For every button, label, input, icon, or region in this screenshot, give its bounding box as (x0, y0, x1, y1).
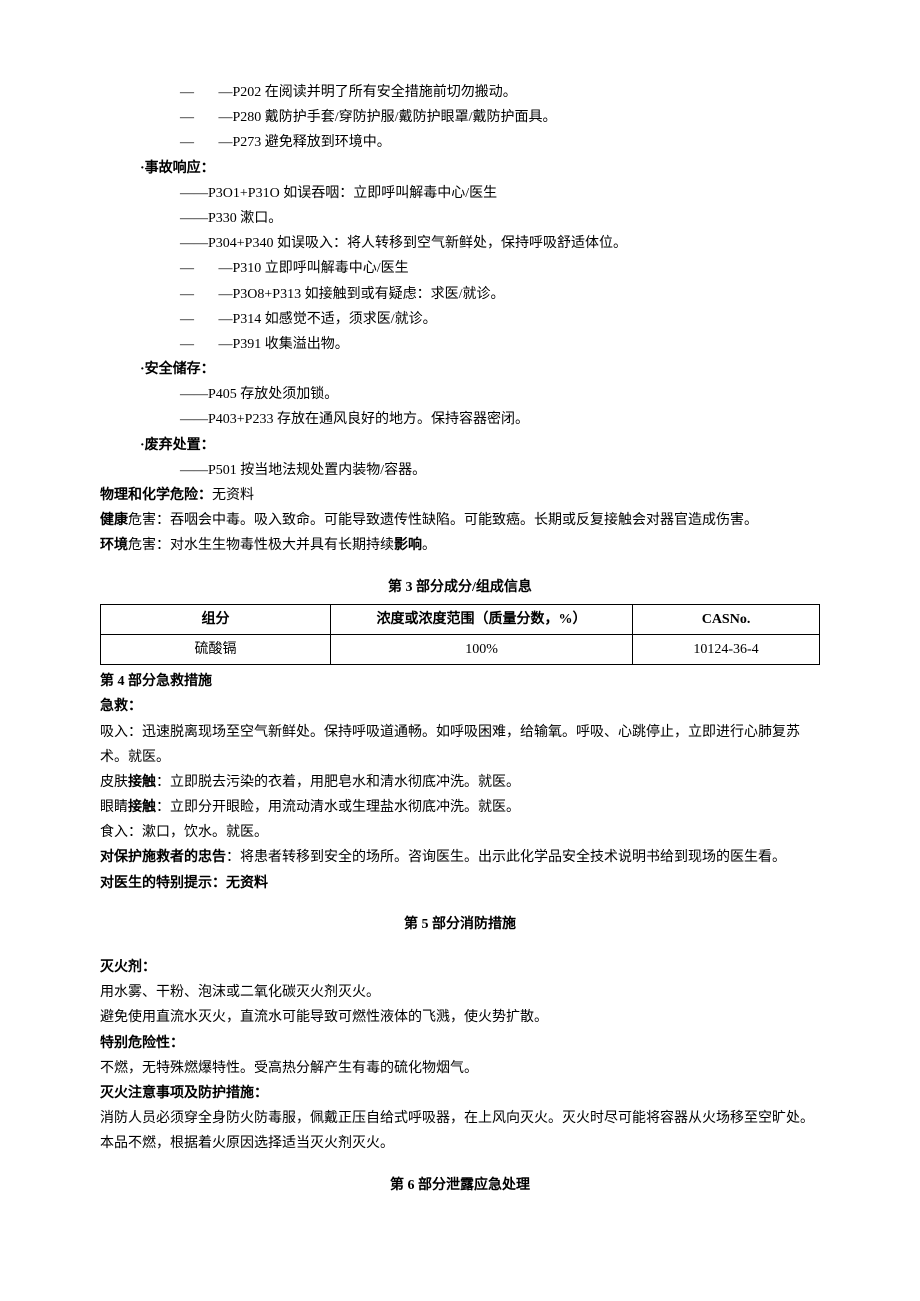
th-component: 组分 (101, 604, 331, 634)
p301p310-line: P3O1+P31O 如误吞咽：立即呼叫解毒中心/医生 (100, 181, 820, 206)
p310-line: P310 立即呼叫解毒中心/医生 (100, 256, 820, 281)
composition-table: 组分 浓度或浓度范围（质量分数，%） CASNo. 硫酸镉 100% 10124… (100, 604, 820, 665)
section4-title: 第 4 部分急救措施 (100, 669, 820, 694)
p403p233-line: P403+P233 存放在通风良好的地方。保持容器密闭。 (100, 407, 820, 432)
fire-agent-text: 用水雾、干粉、泡沫或二氧化碳灭火剂灭火。 (100, 980, 820, 1005)
p273-text: P273 避免释放到环境中。 (233, 135, 391, 150)
p304p340-text: P304+P340 如误吸入：将人转移到空气新鲜处，保持呼吸舒适体位。 (208, 236, 627, 251)
fire-note-text: 消防人员必须穿全身防火防毒服，佩戴正压自给式呼吸器，在上风向灭火。灭火时尽可能将… (100, 1106, 820, 1156)
advice-line: 对保护施救者的忠告：将患者转移到安全的场所。咨询医生。出示此化学品安全技术说明书… (100, 845, 820, 870)
physical-hazard-label: 物理和化学危险： (100, 488, 212, 503)
health-hazard-line: 健康危害：吞咽会中毒。吸入致命。可能导致遗传性缺陷。可能致癌。长期或反复接触会对… (100, 508, 820, 533)
table-header-row: 组分 浓度或浓度范围（质量分数，%） CASNo. (101, 604, 820, 634)
env-hazard-text: 危害：对水生生物毒性极大并具有长期持续 (128, 538, 394, 553)
accident-response-label: ·事故响应： (100, 156, 820, 181)
advice-text: ：将患者转移到安全的场所。咨询医生。出示此化学品安全技术说明书给到现场的医生看。 (226, 850, 786, 865)
p501-text: P501 按当地法规处置内装物/容器。 (208, 463, 426, 478)
p403p233-text: P403+P233 存放在通风良好的地方。保持容器密闭。 (208, 412, 529, 427)
th-casno-text: CASNo. (702, 612, 751, 627)
skin-line: 皮肤接触：立即脱去污染的衣着，用肥皂水和清水彻底冲洗。就医。 (100, 770, 820, 795)
safe-storage-label: ·安全储存： (100, 357, 820, 382)
p280-text: P280 戴防护手套/穿防护服/戴防护眼罩/戴防护面具。 (233, 110, 557, 125)
disposal-label: ·废弃处置： (100, 433, 820, 458)
special-danger-text: 不燃，无特殊燃爆特性。受高热分解产生有毒的硫化物烟气。 (100, 1056, 820, 1081)
p310-text: P310 立即呼叫解毒中心/医生 (233, 261, 409, 276)
th-concentration-text: 浓度或浓度范围（质量分数，%） (377, 612, 587, 627)
p314-line: P314 如感觉不适，须求医/就诊。 (100, 307, 820, 332)
special-danger-label: 特别危险性： (100, 1031, 820, 1056)
p314-text: P314 如感觉不适，须求医/就诊。 (233, 312, 437, 327)
first-aid-label: 急救： (100, 694, 820, 719)
p304p340-line: P304+P340 如误吸入：将人转移到空气新鲜处，保持呼吸舒适体位。 (100, 231, 820, 256)
health-hazard-label: 健康 (100, 513, 128, 528)
doctor-note: 对医生的特别提示：无资料 (100, 871, 820, 896)
env-hazard-bold2: 影响 (394, 538, 422, 553)
fire-agent-label: 灭火剂： (100, 955, 820, 980)
env-hazard-line: 环境危害：对水生生物毒性极大并具有长期持续影响。 (100, 533, 820, 558)
p405-line: P405 存放处须加锁。 (100, 382, 820, 407)
section5-title: 第 5 部分消防措施 (100, 912, 820, 937)
th-casno: CASNo. (633, 604, 820, 634)
td-casno: 10124-36-4 (633, 634, 820, 664)
p391-line: P391 收集溢出物。 (100, 332, 820, 357)
p301p310-text: P3O1+P31O 如误吞咽：立即呼叫解毒中心/医生 (208, 186, 497, 201)
p273-line: P273 避免释放到环境中。 (100, 130, 820, 155)
health-hazard-text: 危害：吞咽会中毒。吸入致命。可能导致遗传性缺陷。可能致癌。长期或反复接触会对器官… (128, 513, 758, 528)
disposal-text: ·废弃处置： (140, 438, 215, 453)
p308p313-line: P3O8+P313 如接触到或有疑虑：求医/就诊。 (100, 282, 820, 307)
physical-hazard-text: 无资料 (212, 488, 254, 503)
env-hazard-label: 环境 (100, 538, 128, 553)
p308p313-text: P3O8+P313 如接触到或有疑虑：求医/就诊。 (233, 287, 505, 302)
advice-label: 对保护施救者的忠告 (100, 850, 226, 865)
th-concentration: 浓度或浓度范围（质量分数，%） (331, 604, 633, 634)
p391-text: P391 收集溢出物。 (233, 337, 349, 352)
fire-note-label: 灭火注意事项及防护措施： (100, 1081, 820, 1106)
p330-text: P330 漱口。 (208, 211, 282, 226)
skin-pre: 皮肤 (100, 775, 128, 790)
section6-title: 第 6 部分泄露应急处理 (100, 1173, 820, 1198)
ingest-line: 食入：漱口，饮水。就医。 (100, 820, 820, 845)
skin-post: ：立即脱去污染的衣着，用肥皂水和清水彻底冲洗。就医。 (156, 775, 520, 790)
table-data-row: 硫酸镉 100% 10124-36-4 (101, 634, 820, 664)
eye-post: ：立即分开眼睑，用流动清水或生理盐水彻底冲洗。就医。 (156, 800, 520, 815)
td-component: 硫酸镉 (101, 634, 331, 664)
physical-hazard-line: 物理和化学危险：无资料 (100, 483, 820, 508)
env-hazard-tail: 。 (422, 538, 436, 553)
accident-response-text: ·事故响应： (140, 161, 215, 176)
avoid-water-text: 避免使用直流水灭火，直流水可能导致可燃性液体的飞溅，使火势扩散。 (100, 1005, 820, 1030)
p405-text: P405 存放处须加锁。 (208, 387, 338, 402)
p330-line: P330 漱口。 (100, 206, 820, 231)
th-component-text: 组分 (202, 612, 230, 627)
p501-line: P501 按当地法规处置内装物/容器。 (100, 458, 820, 483)
td-concentration: 100% (331, 634, 633, 664)
eye-bold: 接触 (128, 800, 156, 815)
eye-line: 眼睛接触：立即分开眼睑，用流动清水或生理盐水彻底冲洗。就医。 (100, 795, 820, 820)
p202-line: P202 在阅读并明了所有安全措施前切勿搬动。 (100, 80, 820, 105)
eye-pre: 眼睛 (100, 800, 128, 815)
safe-storage-text: ·安全储存： (140, 362, 215, 377)
inhale-line: 吸入：迅速脱离现场至空气新鲜处。保持呼吸道通畅。如呼吸困难，给输氧。呼吸、心跳停… (100, 720, 820, 770)
skin-bold: 接触 (128, 775, 156, 790)
section3-title: 第 3 部分成分/组成信息 (100, 575, 820, 600)
p202-text: P202 在阅读并明了所有安全措施前切勿搬动。 (233, 85, 517, 100)
p280-line: P280 戴防护手套/穿防护服/戴防护眼罩/戴防护面具。 (100, 105, 820, 130)
